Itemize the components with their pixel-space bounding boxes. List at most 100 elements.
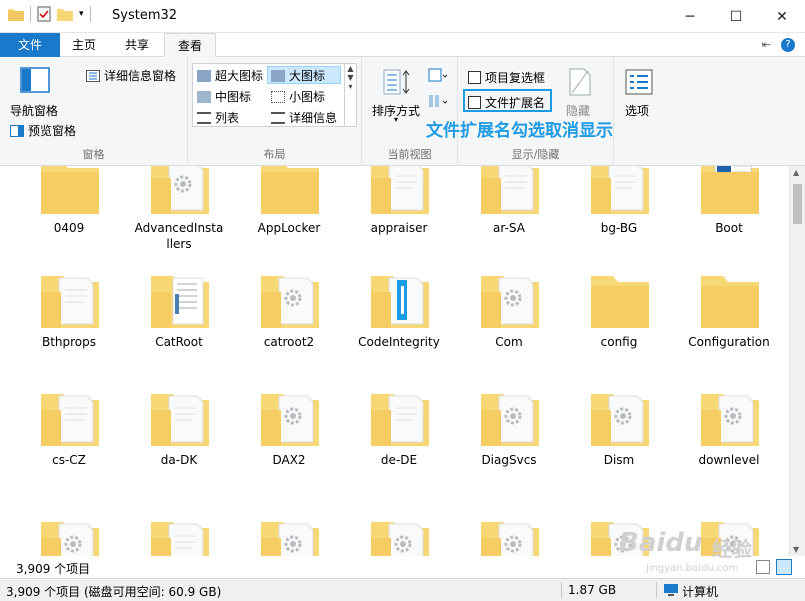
- watermark-url: jingyan.baidu.com: [646, 563, 739, 574]
- folder-item[interactable]: Boot: [677, 166, 781, 256]
- list-icon: [197, 111, 211, 124]
- scroll-down-arrow[interactable]: ▼: [793, 545, 799, 554]
- small-icons-option[interactable]: 小图标: [271, 88, 325, 105]
- folder-icon: [39, 270, 101, 330]
- current-view-group: 排序方式 ▾ 当前视图: [362, 57, 458, 166]
- separator: [30, 6, 31, 22]
- folder-name: ar-SA: [493, 221, 525, 235]
- folder-icon: [369, 388, 431, 448]
- hide-selected-button[interactable]: 隐藏: [560, 65, 600, 121]
- folder-item[interactable]: ar-SA: [457, 166, 561, 256]
- folder-item[interactable]: appraiser: [347, 166, 451, 256]
- small-icons-icon: [271, 90, 285, 103]
- preview-pane-icon: [10, 124, 24, 137]
- folder-icon: [369, 516, 431, 556]
- folder-icon: [39, 516, 101, 556]
- medium-icons-icon: [197, 90, 211, 103]
- hide-selected-icon: [569, 68, 591, 96]
- sort-by-icon: [383, 69, 410, 95]
- properties-icon[interactable]: [37, 6, 51, 22]
- folder-icon: [589, 270, 651, 330]
- layout-gallery: 超大图标 大图标 中图标 小图标 列表 详细信息 ▲ ▼ ▾: [192, 63, 357, 127]
- folder-name: downlevel: [698, 453, 760, 467]
- add-columns-icon[interactable]: [428, 94, 448, 110]
- tab-home[interactable]: 主页: [60, 33, 108, 57]
- status-summary: 3,909 个项目 (磁盘可用空间: 60.9 GB): [6, 585, 222, 599]
- extra-large-icons-option[interactable]: 超大图标: [197, 67, 263, 84]
- layout-gallery-scroll[interactable]: ▲ ▼ ▾: [344, 64, 356, 126]
- folder-item[interactable]: Com: [457, 270, 561, 370]
- maximize-button[interactable]: ☐: [713, 0, 759, 33]
- folder-item[interactable]: [347, 504, 451, 556]
- folder-icon: [479, 166, 541, 216]
- folder-item[interactable]: cs-CZ: [17, 388, 121, 488]
- new-folder-icon[interactable]: [57, 7, 73, 21]
- separator: [561, 582, 562, 598]
- separator: [656, 582, 657, 598]
- minimize-button[interactable]: ─: [667, 0, 713, 33]
- folder-item[interactable]: downlevel: [677, 388, 781, 488]
- folder-item[interactable]: bg-BG: [567, 166, 671, 256]
- options-button[interactable]: 选项: [620, 65, 660, 121]
- scroll-up-arrow[interactable]: ▲: [793, 168, 799, 177]
- small-icons-label: 小图标: [289, 90, 326, 104]
- folder-item[interactable]: [457, 504, 561, 556]
- list-option[interactable]: 列表: [197, 109, 239, 126]
- folder-name: cs-CZ: [52, 453, 86, 467]
- folder-item[interactable]: Bthprops: [17, 270, 121, 370]
- folder-item[interactable]: da-DK: [127, 388, 231, 488]
- folder-item[interactable]: de-DE: [347, 388, 451, 488]
- help-icon[interactable]: ?: [781, 38, 795, 52]
- details-option[interactable]: 详细信息: [271, 109, 337, 126]
- folder-item[interactable]: DAX2: [237, 388, 341, 488]
- tab-file[interactable]: 文件: [0, 33, 60, 57]
- folder-item[interactable]: Dism: [567, 388, 671, 488]
- file-list-view[interactable]: 0409 AdvancedInstallers AppLocker appraiser…: [0, 166, 789, 556]
- group-by-icon[interactable]: [428, 68, 448, 84]
- medium-icons-option[interactable]: 中图标: [197, 88, 251, 105]
- folder-item[interactable]: AdvancedInstallers: [127, 166, 231, 256]
- folder-item[interactable]: catroot2: [237, 270, 341, 370]
- folder-icon[interactable]: [8, 7, 24, 21]
- vertical-scrollbar[interactable]: ▲ ▼: [789, 166, 805, 556]
- folder-item[interactable]: [237, 504, 341, 556]
- folder-icon: [479, 388, 541, 448]
- folder-icon: [39, 388, 101, 448]
- scroll-thumb[interactable]: [793, 184, 802, 224]
- tab-share[interactable]: 共享: [110, 33, 164, 57]
- ribbon-tabs: 文件 主页 共享 查看 ⇤ ?: [0, 33, 805, 57]
- details-pane-button[interactable]: 详细信息窗格: [86, 67, 176, 84]
- large-icons-view-toggle[interactable]: [776, 559, 792, 575]
- navigation-pane-button[interactable]: 导航窗格: [6, 65, 72, 118]
- preview-pane-button[interactable]: 预览窗格: [10, 122, 76, 139]
- folder-item[interactable]: config: [567, 270, 671, 370]
- close-button[interactable]: ✕: [759, 0, 805, 33]
- chevron-down-icon[interactable]: ▾: [79, 9, 84, 19]
- pin-ribbon-icon[interactable]: ⇤: [762, 38, 771, 52]
- extra-large-icons-label: 超大图标: [215, 69, 264, 83]
- item-checkboxes-toggle[interactable]: 项目复选框: [468, 69, 545, 86]
- folder-icon: [149, 388, 211, 448]
- folder-name: Com: [495, 335, 523, 349]
- folder-item[interactable]: [127, 504, 231, 556]
- item-checkboxes-checkbox[interactable]: [468, 71, 481, 84]
- folder-item[interactable]: AppLocker: [237, 166, 341, 256]
- folder-item[interactable]: CodeIntegrity: [347, 270, 451, 370]
- tab-view[interactable]: 查看: [164, 33, 216, 57]
- folder-icon: [369, 270, 431, 330]
- sort-by-button[interactable]: 排序方式 ▾: [368, 65, 424, 125]
- navigation-pane-icon: [20, 67, 50, 93]
- folder-item[interactable]: DiagSvcs: [457, 388, 561, 488]
- folder-icon: [259, 166, 321, 216]
- folder-item[interactable]: Configuration: [677, 270, 781, 370]
- large-icons-option[interactable]: 大图标: [271, 67, 325, 84]
- layout-group: 超大图标 大图标 中图标 小图标 列表 详细信息 ▲ ▼ ▾ 布局: [188, 57, 362, 166]
- folder-item[interactable]: [17, 504, 121, 556]
- folder-name: DAX2: [272, 453, 306, 467]
- folder-name: config: [600, 335, 638, 349]
- status-bar: 3,909 个项目 (磁盘可用空间: 60.9 GB) 1.87 GB 计算机: [0, 578, 805, 601]
- folder-name: appraiser: [370, 221, 428, 235]
- details-view-toggle[interactable]: [756, 560, 770, 574]
- folder-item[interactable]: 0409: [17, 166, 121, 256]
- folder-item[interactable]: CatRoot: [127, 270, 231, 370]
